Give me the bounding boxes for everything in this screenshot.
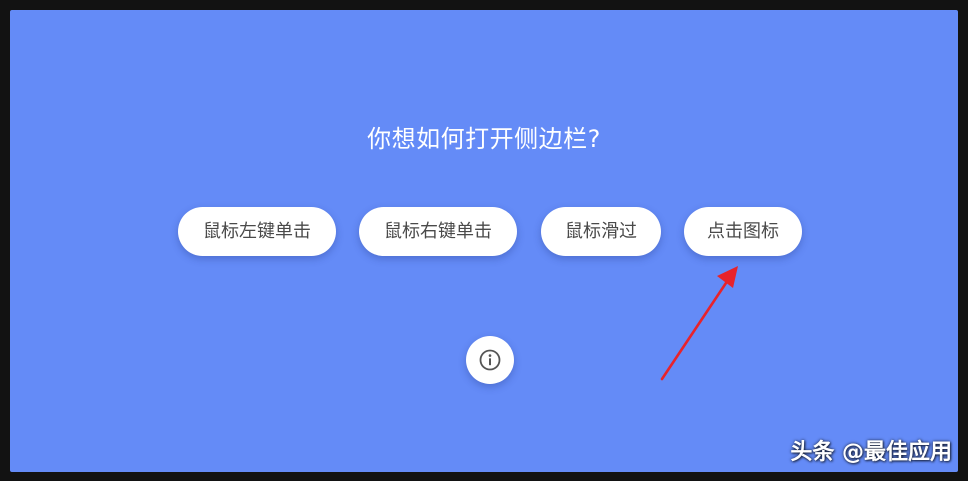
info-button[interactable] [466, 336, 514, 384]
option-right-click-button[interactable]: 鼠标右键单击 [359, 207, 517, 256]
watermark-text: 头条 @最佳应用 [790, 440, 952, 465]
option-hover-button[interactable]: 鼠标滑过 [541, 207, 661, 256]
info-circle-icon [479, 349, 501, 371]
option-left-click-button[interactable]: 鼠标左键单击 [178, 207, 336, 256]
question-title: 你想如何打开侧边栏? [367, 125, 601, 153]
screenshot-frame: 你想如何打开侧边栏? 鼠标左键单击 鼠标右键单击 鼠标滑过 点击图标 头条 @最… [0, 0, 968, 481]
option-click-icon-button[interactable]: 点击图标 [684, 207, 802, 256]
